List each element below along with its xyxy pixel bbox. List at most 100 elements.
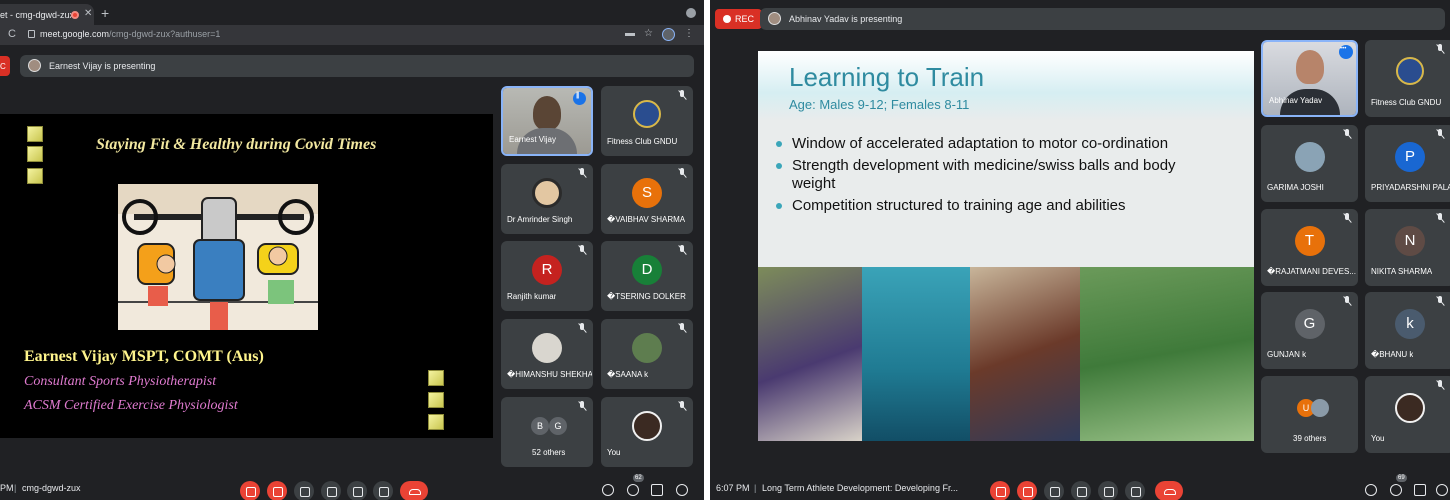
participant-video — [533, 96, 561, 130]
participant-name: PRIYADARSHNI PALAN — [1371, 183, 1450, 192]
rec-badge: C — [0, 56, 10, 76]
participant-tile[interactable]: Fitness Club GNDU — [601, 86, 693, 156]
slide-subtitle: Age: Males 9-12; Females 8-11 — [789, 97, 970, 112]
mic-off-icon — [1343, 129, 1352, 139]
chat-icon[interactable] — [1414, 484, 1426, 496]
microphone-off-button[interactable] — [240, 481, 260, 500]
raise-hand-button[interactable] — [1071, 481, 1091, 500]
club-logo — [1396, 56, 1424, 85]
water-polo-photo — [862, 267, 970, 441]
activities-icon[interactable] — [1436, 484, 1448, 496]
rec-label: REC — [735, 14, 755, 24]
window-menu-icon[interactable] — [686, 8, 696, 18]
leave-call-button[interactable] — [400, 481, 428, 500]
mic-off-icon — [1436, 44, 1445, 54]
people-icon[interactable] — [1390, 484, 1402, 496]
close-tab-icon[interactable]: ✕ — [84, 8, 92, 19]
present-button[interactable] — [347, 481, 367, 500]
participant-tile[interactable]: Fitness Club GNDU — [1365, 40, 1450, 117]
participant-initial-avatar: R — [532, 255, 562, 286]
participant-tile[interactable]: D �TSERING DOLKER — [601, 241, 693, 311]
raise-hand-button[interactable] — [321, 481, 341, 500]
meeting-time: PM — [0, 483, 14, 493]
meeting-time: 6:07 PM — [716, 483, 750, 493]
others-count: 52 others — [532, 448, 566, 457]
mic-off-icon — [678, 323, 687, 333]
participant-tile[interactable]: �HIMANSHU SHEKHAR — [501, 319, 593, 389]
others-tile[interactable]: B G 52 others — [501, 397, 593, 467]
present-button[interactable] — [1098, 481, 1118, 500]
others-count: 39 others — [1293, 434, 1327, 443]
chat-icon[interactable] — [651, 484, 663, 496]
speaking-indicator-icon — [573, 92, 586, 105]
participant-avatar — [532, 333, 562, 364]
participant-initial-avatar: T — [1294, 226, 1325, 257]
participant-tile[interactable]: S �VAIBHAV SHARMA — [601, 164, 693, 234]
participant-tile[interactable]: G GUNJAN k — [1261, 292, 1358, 369]
presentation-slide: Learning to Train Age: Males 9-12; Femal… — [758, 51, 1254, 441]
participant-name: Dr Amrinder Singh — [507, 215, 573, 224]
participant-tile[interactable]: Dr Amrinder Singh — [501, 164, 593, 234]
meeting-details-icon[interactable] — [602, 484, 614, 496]
presenting-bar: Earnest Vijay is presenting — [20, 55, 694, 77]
participant-tile[interactable]: Earnest Vijay — [501, 86, 593, 156]
participant-name: GUNJAN k — [1267, 350, 1307, 359]
others-tile[interactable]: U 39 others — [1261, 376, 1358, 453]
microphone-off-button[interactable] — [990, 481, 1010, 500]
participant-tile[interactable]: GARIMA JOSHI — [1261, 125, 1358, 202]
url-path: /cmg-dgwd-zux?authuser=1 — [109, 29, 221, 39]
participant-initial-avatar: P — [1395, 142, 1425, 173]
meeting-controls-bar: PM | cmg-dgwd-zux 62 — [0, 470, 704, 500]
more-options-icon[interactable] — [1339, 45, 1353, 59]
participant-tile[interactable]: N NIKITA SHARMA — [1365, 209, 1450, 286]
mic-off-icon — [678, 401, 687, 411]
presenting-bar: Abhinav Yadav is presenting — [760, 8, 1445, 30]
participant-name: �VAIBHAV SHARMA — [607, 215, 686, 224]
decorative-block — [27, 168, 43, 184]
address-bar-icons: ▬ ☆ ⋮ — [625, 28, 694, 41]
participant-tile[interactable]: �SAANA k — [601, 319, 693, 389]
rugby-photo — [758, 267, 862, 441]
meeting-details-icon[interactable] — [1365, 484, 1377, 496]
sports-photo-strip — [758, 267, 1254, 441]
meeting-title: Long Term Athlete Development: Developin… — [762, 483, 958, 493]
participant-initial-avatar: G — [549, 417, 567, 436]
camera-icon[interactable]: ▬ — [625, 28, 635, 41]
rec-label-fragment: C — [0, 62, 6, 71]
captions-button[interactable] — [294, 481, 314, 500]
people-icon[interactable] — [627, 484, 639, 496]
participant-avatar — [532, 178, 562, 209]
participant-tile[interactable]: Abhinav Yadav — [1261, 40, 1358, 117]
participant-tile[interactable]: T �RAJATMANI DEVES... — [1261, 209, 1358, 286]
bookmark-star-icon[interactable]: ☆ — [644, 28, 653, 41]
wheelchair-basketball-photo — [970, 267, 1080, 441]
participant-tile[interactable]: P PRIYADARSHNI PALAN — [1365, 125, 1450, 202]
profile-avatar-icon[interactable] — [662, 28, 675, 41]
url-text[interactable]: meet.google.com/cmg-dgwd-zux?authuser=1 — [40, 29, 220, 39]
camera-off-button[interactable] — [267, 481, 287, 500]
participant-name: Abhinav Yadav — [1269, 96, 1323, 105]
mic-off-icon — [1436, 380, 1445, 390]
captions-button[interactable] — [1044, 481, 1064, 500]
activities-icon[interactable] — [676, 484, 688, 496]
more-options-button[interactable] — [1125, 481, 1145, 500]
presenting-text: Abhinav Yadav is presenting — [789, 14, 903, 24]
more-options-button[interactable] — [373, 481, 393, 500]
mic-off-icon — [578, 168, 587, 178]
leave-call-button[interactable] — [1155, 481, 1183, 500]
browser-tab-strip: et - cmg-dgwd-zux ✕ + — [0, 0, 704, 28]
reload-icon[interactable]: C — [8, 28, 16, 40]
camera-off-button[interactable] — [1017, 481, 1037, 500]
self-tile[interactable]: You — [1365, 376, 1450, 453]
participant-tile[interactable]: R Ranjith kumar — [501, 241, 593, 311]
slide-bullet: Window of accelerated adaptation to moto… — [776, 135, 1216, 153]
participant-tile[interactable]: k �BHANU k — [1365, 292, 1450, 369]
new-tab-button[interactable]: + — [101, 5, 109, 21]
url-host: meet.google.com — [40, 29, 110, 39]
participant-name: NIKITA SHARMA — [1371, 267, 1433, 276]
mic-off-icon — [1436, 296, 1445, 306]
self-tile[interactable]: You — [601, 397, 693, 467]
participant-name: �TSERING DOLKER — [607, 292, 686, 301]
address-bar[interactable]: C meet.google.com/cmg-dgwd-zux?authuser=… — [0, 25, 704, 45]
browser-menu-icon[interactable]: ⋮ — [684, 28, 694, 41]
